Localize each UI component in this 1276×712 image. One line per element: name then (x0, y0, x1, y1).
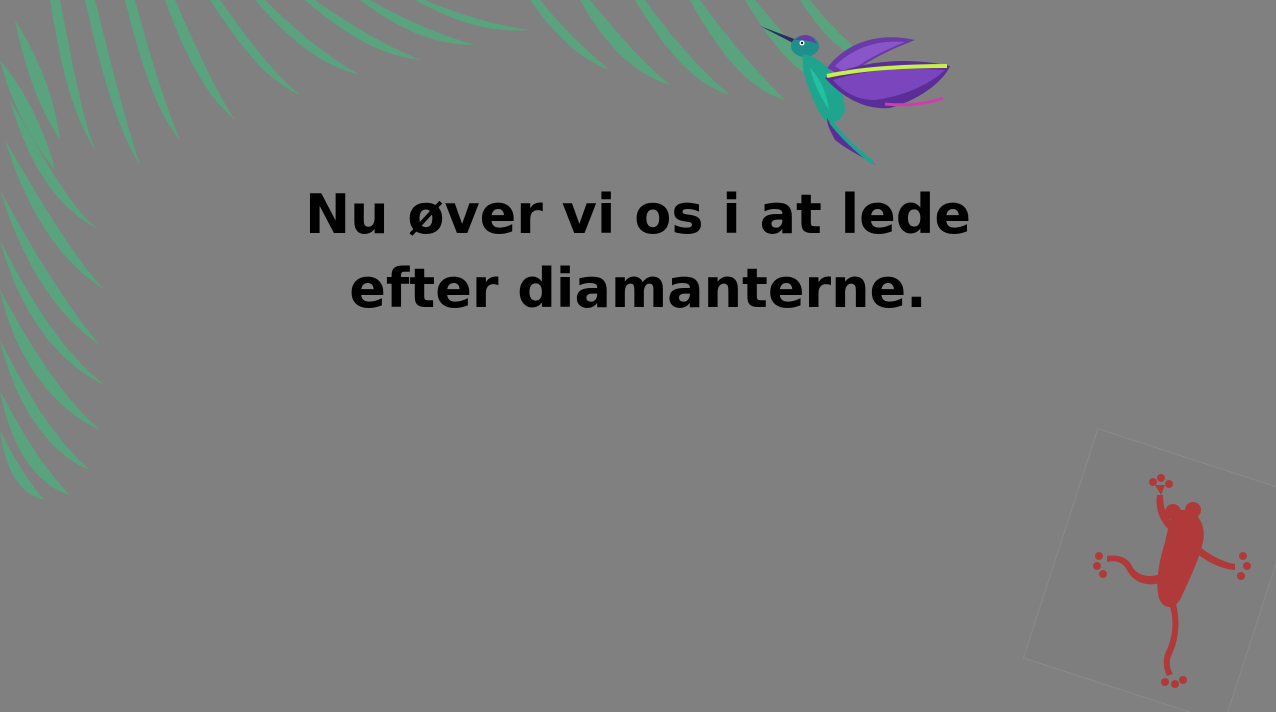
instruction-line-2: efter diamanterne. (349, 257, 927, 320)
instruction-text: Nu øver vi os i at lede efter diamantern… (238, 178, 1038, 326)
hummingbird-icon (760, 26, 950, 166)
frog-icon (1093, 474, 1251, 688)
game-scene: Nu øver vi os i at lede efter diamantern… (0, 0, 1276, 712)
palm-frond-top (50, 0, 530, 165)
instruction-line-1: Nu øver vi os i at lede (304, 183, 972, 246)
palm-frond-left (0, 100, 105, 500)
